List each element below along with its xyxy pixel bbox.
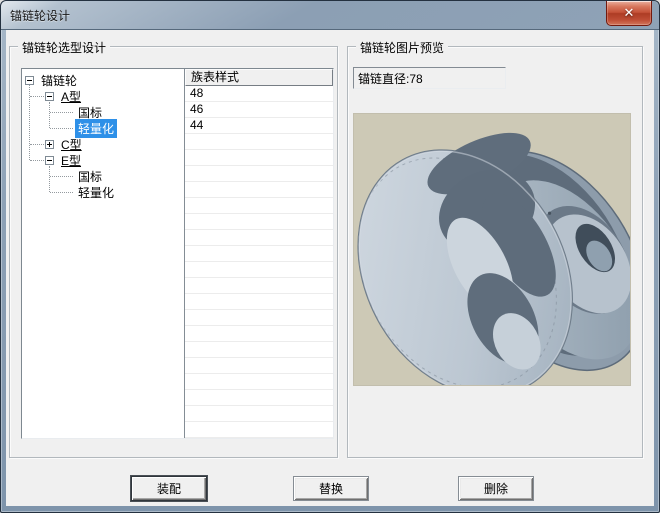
collapse-icon[interactable] (25, 76, 34, 85)
preview-image (353, 113, 631, 386)
close-button[interactable]: ✕ (606, 1, 652, 26)
chain-diameter-field[interactable] (353, 67, 506, 89)
replace-button[interactable]: 替换 (293, 476, 369, 501)
family-table-list: 族表样式 48 46 44 (184, 69, 333, 438)
assemble-button[interactable]: 装配 (131, 476, 207, 501)
collapse-icon[interactable] (45, 156, 54, 165)
selection-groupbox-title: 锚链轮选型设计 (18, 39, 110, 56)
title-bar[interactable]: 锚链轮设计 ✕ (1, 1, 659, 30)
list-row[interactable]: 44 (185, 118, 333, 134)
tree-item-root[interactable]: 锚链轮 (22, 72, 182, 88)
close-icon: ✕ (624, 5, 635, 20)
tree-list-panel: 锚链轮 A型 国标 轻量化 C型 E型 (21, 68, 334, 439)
collapse-icon[interactable] (45, 92, 54, 101)
preview-groupbox-title: 锚链轮图片预览 (356, 39, 448, 56)
list-header-label: 族表样式 (191, 70, 239, 84)
type-tree: 锚链轮 A型 国标 轻量化 C型 E型 (22, 69, 184, 438)
list-row[interactable]: 46 (185, 102, 333, 118)
tree-item-c-type[interactable]: C型 (22, 136, 182, 152)
tree-item-e-lightweight[interactable]: 轻量化 (22, 184, 182, 200)
tree-item-label: 轻量化 (75, 183, 117, 202)
dialog-client-area: 锚链轮选型设计 锚链轮 (6, 30, 654, 506)
tree-item-a-lightweight-selected[interactable]: 轻量化 (22, 120, 182, 136)
expand-icon[interactable] (45, 140, 54, 149)
chain-wheel-render (354, 114, 630, 385)
list-row[interactable]: 48 (185, 86, 333, 102)
window-title: 锚链轮设计 (10, 7, 70, 24)
dialog-window: 锚链轮设计 ✕ 锚链轮选型设计 (0, 0, 660, 513)
list-body: 48 46 44 (185, 86, 333, 438)
list-column-header[interactable]: 族表样式 (185, 69, 333, 86)
delete-button[interactable]: 删除 (458, 476, 534, 501)
